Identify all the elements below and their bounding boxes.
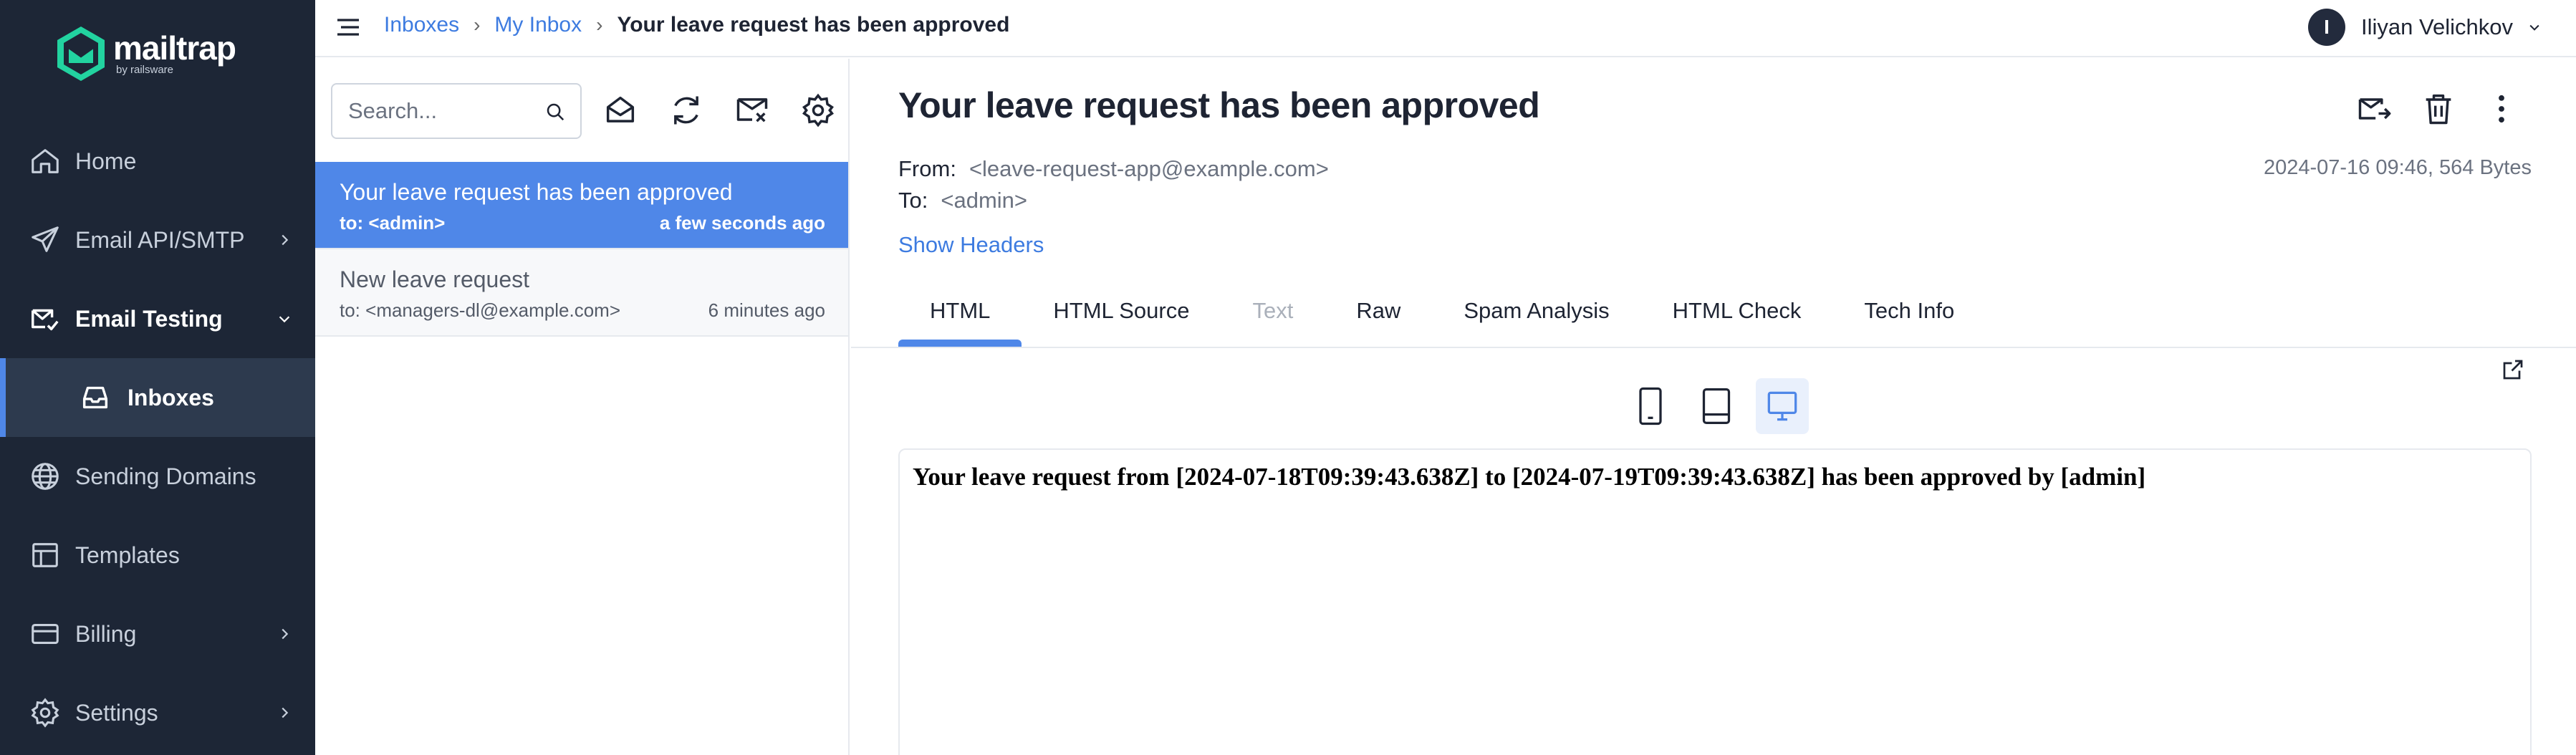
- message-list-item[interactable]: New leave request to: <managers-dl@examp…: [315, 249, 848, 337]
- search-input[interactable]: [348, 98, 534, 124]
- more-options-icon[interactable]: [2483, 90, 2520, 128]
- breadcrumb: Inboxes › My Inbox › Your leave request …: [384, 13, 1009, 37]
- message-list-pane: Your leave request has been approved to:…: [315, 59, 850, 755]
- mobile-view-icon[interactable]: [1624, 378, 1677, 434]
- to-field: To: <admin>: [898, 188, 1027, 213]
- message-title: Your leave request has been approved: [898, 85, 1540, 125]
- to-address: <admin>: [941, 188, 1027, 213]
- sidebar-item-templates[interactable]: Templates: [0, 516, 315, 595]
- tab-html-source[interactable]: HTML Source: [1022, 282, 1221, 347]
- sidebar-item-label: Settings: [75, 699, 158, 726]
- tablet-view-icon[interactable]: [1690, 378, 1743, 434]
- sidebar-item-label: Templates: [75, 542, 180, 568]
- mailtrap-logo[interactable]: mailtrap by railsware: [54, 24, 236, 83]
- hamburger-menu-icon[interactable]: [334, 13, 362, 42]
- mark-as-read-icon[interactable]: [602, 92, 639, 129]
- breadcrumb-current: Your leave request has been approved: [617, 13, 1010, 37]
- home-icon: [29, 145, 62, 178]
- tab-tech-info[interactable]: Tech Info: [1832, 282, 1986, 347]
- sidebar-item-settings[interactable]: Settings: [0, 673, 315, 752]
- tab-spam-analysis[interactable]: Spam Analysis: [1432, 282, 1640, 347]
- open-in-new-window-icon[interactable]: [2500, 357, 2526, 383]
- breadcrumb-separator: ›: [596, 14, 603, 36]
- from-label: From:: [898, 156, 956, 181]
- to-label: To:: [898, 188, 928, 213]
- from-field: From: <leave-request-app@example.com>: [898, 156, 1329, 182]
- sidebar-item-home[interactable]: Home: [0, 122, 315, 201]
- sidebar-item-billing[interactable]: Billing: [0, 595, 315, 673]
- sidebar-item-email-api-smtp[interactable]: Email API/SMTP: [0, 201, 315, 279]
- show-headers-link[interactable]: Show Headers: [898, 232, 1044, 258]
- credit-card-icon: [29, 617, 62, 650]
- refresh-icon[interactable]: [668, 92, 705, 129]
- breadcrumb-separator: ›: [474, 14, 481, 36]
- message-recipient: to: <managers-dl@example.com>: [340, 299, 621, 321]
- mailtrap-logo-icon: [57, 27, 105, 81]
- sidebar-item-email-testing[interactable]: Email Testing: [0, 279, 315, 358]
- forward-icon[interactable]: [2355, 90, 2393, 128]
- sidebar: mailtrap by railsware Home Email API/SMT…: [0, 0, 315, 755]
- trash-icon[interactable]: [2420, 90, 2457, 128]
- sidebar-item-label: Home: [75, 148, 137, 174]
- sidebar-item-label: Sending Domains: [75, 463, 256, 489]
- tab-text: Text: [1252, 298, 1294, 323]
- tab-raw[interactable]: Raw: [1325, 282, 1432, 347]
- sidebar-item-label: Email Testing: [75, 305, 223, 332]
- sidebar-item-inboxes[interactable]: Inboxes: [0, 358, 315, 437]
- user-name: Iliyan Velichkov: [2361, 14, 2513, 39]
- inbox-icon: [79, 381, 112, 414]
- inbox-settings-gear-icon[interactable]: [799, 92, 837, 129]
- tabs-divider: [851, 347, 2576, 348]
- sidebar-item-label: Email API/SMTP: [75, 226, 245, 253]
- chevron-down-icon: [277, 311, 292, 327]
- message-time: 6 minutes ago: [708, 299, 825, 321]
- template-icon: [29, 539, 62, 572]
- chevron-right-icon: [277, 626, 292, 642]
- send-icon: [29, 223, 62, 256]
- email-body-text: Your leave request from [2024-07-18T09:3…: [913, 463, 2146, 491]
- message-time: a few seconds ago: [659, 212, 825, 234]
- top-bar: Inboxes › My Inbox › Your leave request …: [315, 0, 2576, 57]
- message-meta: 2024-07-16 09:46, 564 Bytes: [2263, 156, 2532, 179]
- sidebar-item-sending-domains[interactable]: Sending Domains: [0, 437, 315, 516]
- avatar: I: [2308, 9, 2346, 46]
- search-box: [331, 83, 582, 139]
- from-address: <leave-request-app@example.com>: [969, 156, 1329, 181]
- sidebar-item-label: Inboxes: [128, 384, 214, 410]
- search-icon[interactable]: [544, 101, 566, 122]
- breadcrumb-link-my-inbox[interactable]: My Inbox: [494, 13, 582, 37]
- globe-icon: [29, 460, 62, 493]
- tab-html[interactable]: HTML: [898, 282, 1022, 347]
- message-subject: Your leave request has been approved: [340, 179, 733, 205]
- message-view: Your leave request has been approved Fro…: [851, 59, 2576, 755]
- user-menu[interactable]: I Iliyan Velichkov: [2308, 9, 2542, 46]
- message-tabs: HTML HTML Source Text Raw Spam Analysis …: [898, 282, 1986, 347]
- tab-html-check[interactable]: HTML Check: [1641, 282, 1833, 347]
- breadcrumb-link-inboxes[interactable]: Inboxes: [384, 13, 459, 37]
- chevron-down-icon: [2527, 20, 2542, 34]
- brand-name: mailtrap: [113, 29, 236, 67]
- email-testing-icon: [29, 302, 62, 335]
- email-preview: Your leave request from [2024-07-18T09:3…: [898, 448, 2532, 755]
- message-subject: New leave request: [340, 266, 530, 292]
- gear-icon: [29, 696, 62, 729]
- chevron-right-icon: [277, 232, 292, 248]
- sidebar-item-label: Billing: [75, 620, 137, 647]
- message-list-item[interactable]: Your leave request has been approved to:…: [315, 162, 848, 249]
- clear-inbox-icon[interactable]: [734, 92, 771, 129]
- message-recipient: to: <admin>: [340, 212, 446, 234]
- desktop-view-icon[interactable]: [1756, 378, 1809, 434]
- chevron-right-icon: [277, 705, 292, 721]
